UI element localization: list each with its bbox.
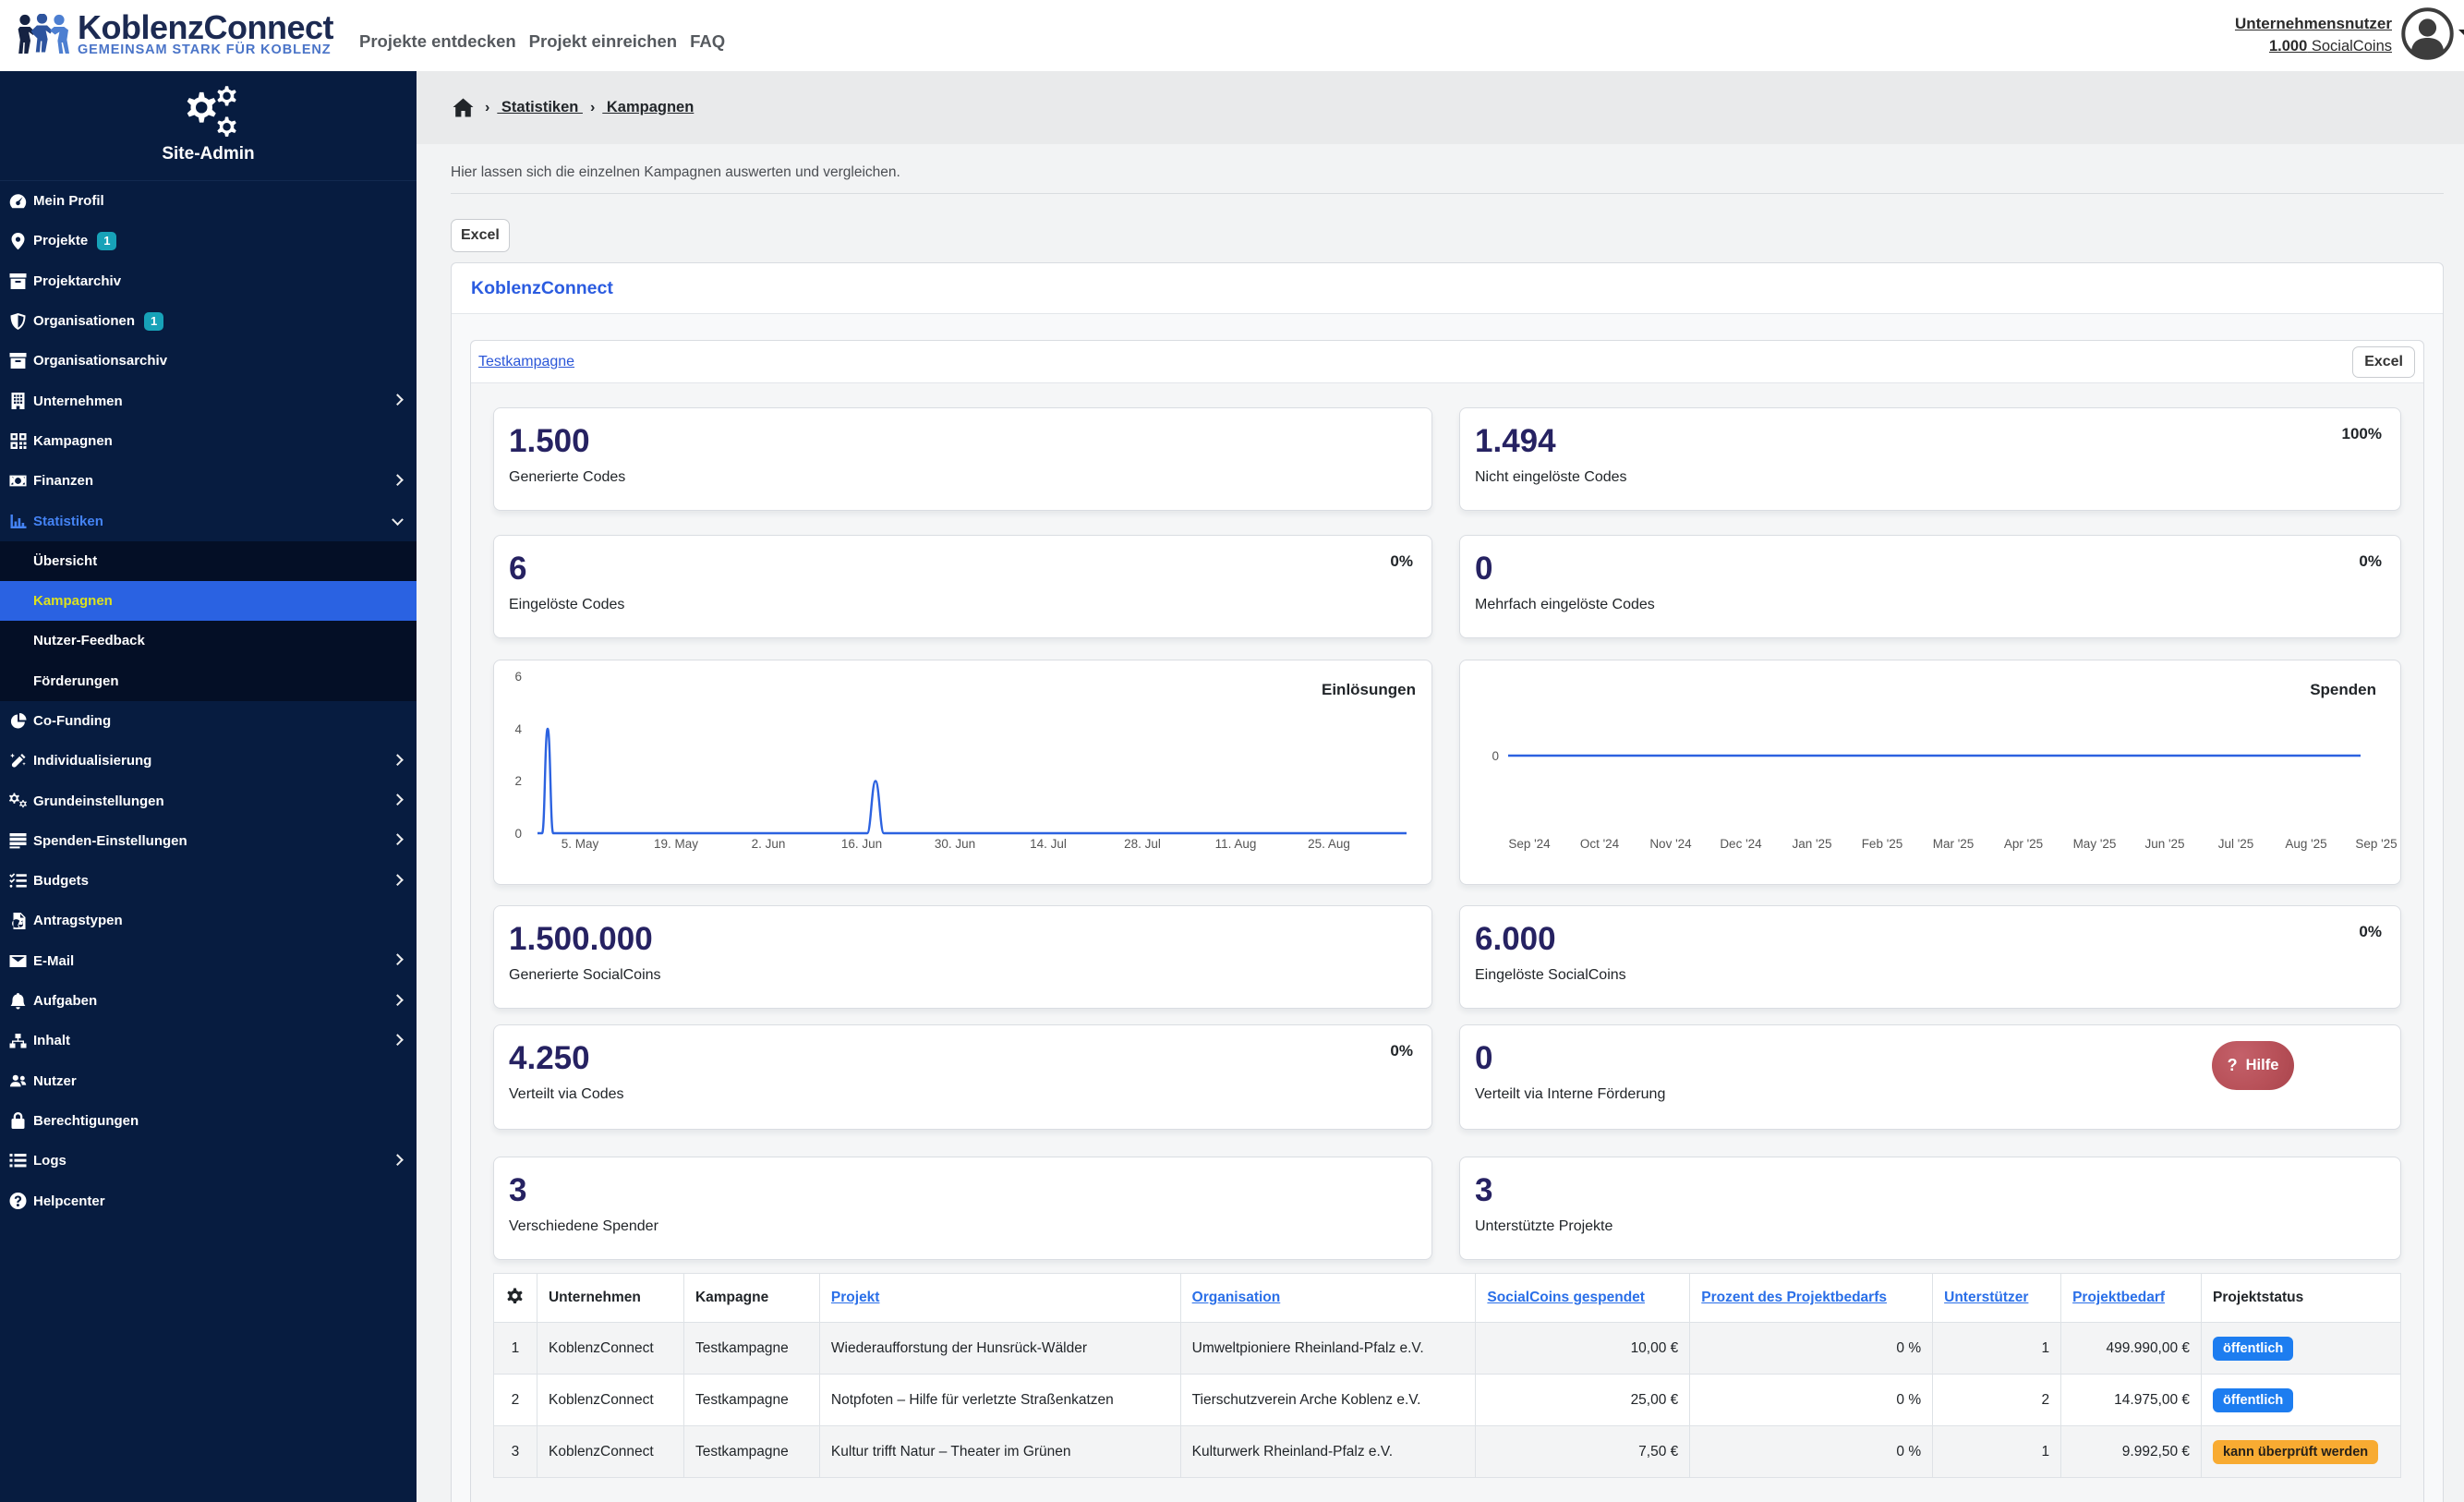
svg-text:Sep '25: Sep '25 (2355, 837, 2397, 851)
svg-text:Jun '25: Jun '25 (2144, 837, 2184, 851)
svg-text:Apr '25: Apr '25 (2004, 837, 2043, 851)
svg-text:Feb '25: Feb '25 (1862, 837, 1903, 851)
svg-text:Jul '25: Jul '25 (2218, 837, 2254, 851)
svg-text:11. Aug: 11. Aug (1215, 837, 1257, 851)
svg-text:28. Jul: 28. Jul (1124, 837, 1161, 851)
svg-text:6: 6 (514, 670, 522, 684)
svg-text:2. Jun: 2. Jun (752, 837, 786, 851)
svg-text:Einlösungen: Einlösungen (1322, 681, 1416, 698)
svg-text:May '25: May '25 (2073, 837, 2117, 851)
svg-text:30. Jun: 30. Jun (935, 837, 975, 851)
svg-text:Dec '24: Dec '24 (1720, 837, 1762, 851)
svg-text:Spenden: Spenden (2310, 681, 2376, 698)
svg-text:16. Jun: 16. Jun (841, 837, 882, 851)
svg-text:19. May: 19. May (654, 837, 698, 851)
svg-text:Mar '25: Mar '25 (1933, 837, 1975, 851)
svg-text:Aug '25: Aug '25 (2285, 837, 2326, 851)
svg-text:5. May: 5. May (562, 837, 599, 851)
svg-text:0: 0 (514, 827, 522, 841)
svg-text:0: 0 (1492, 749, 1499, 763)
svg-text:14. Jul: 14. Jul (1030, 837, 1067, 851)
svg-text:Jan '25: Jan '25 (1792, 837, 1831, 851)
svg-text:25. Aug: 25. Aug (1308, 837, 1350, 851)
svg-text:Nov '24: Nov '24 (1649, 837, 1692, 851)
svg-text:Sep '24: Sep '24 (1508, 837, 1551, 851)
svg-text:4: 4 (514, 722, 522, 736)
svg-text:2: 2 (514, 774, 522, 788)
svg-text:Oct '24: Oct '24 (1580, 837, 1620, 851)
